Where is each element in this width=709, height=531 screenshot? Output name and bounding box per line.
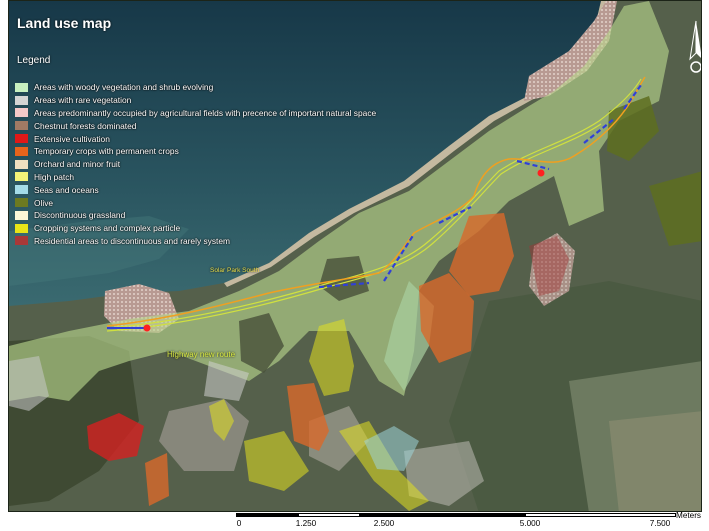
legend-item: Residential areas to discontinuous and r… [15,235,376,248]
map-canvas [9,1,701,511]
highway-route-label: Highway new route [167,350,236,359]
legend-item: Orchard and minor fruit [15,158,376,171]
legend-item: Areas predominantly occupied by agricult… [15,107,376,120]
legend-swatch [15,223,28,233]
map-title: Land use map [17,15,112,31]
legend-swatch [15,82,28,92]
legend-label: Temporary crops with permanent crops [34,146,179,157]
route-end-marker [537,169,545,177]
scale-tick: 7.500 [649,519,671,528]
legend-label: Seas and oceans [34,184,99,195]
scale-segment [298,513,360,517]
legend-swatch [15,210,28,220]
legend-swatch [15,108,28,118]
legend-label: Areas with rare vegetation [34,95,132,106]
legend-swatch [15,198,28,208]
legend-label: High patch [34,171,75,182]
legend-item: Olive [15,196,376,209]
scale-unit: Meters [676,511,702,520]
legend-heading: Legend [17,55,51,66]
legend-swatch [15,95,28,105]
legend-swatch [15,121,28,131]
legend-item: Areas with rare vegetation [15,94,376,107]
legend-label: Discontinuous grassland [34,210,126,221]
legend-label: Areas predominantly occupied by agricult… [34,107,377,118]
legend-item: Cropping systems and complex particle [15,222,376,235]
legend-swatch [15,146,28,156]
legend-label: Cropping systems and complex particle [34,223,181,234]
legend-item: Areas with woody vegetation and shrub ev… [15,81,376,94]
scale-tick: 0 [236,519,242,528]
legend-label: Residential areas to discontinuous and r… [34,235,230,246]
scale-tick: 5.000 [519,519,541,528]
legend: Areas with woody vegetation and shrub ev… [15,81,376,247]
legend-label: Areas with woody vegetation and shrub ev… [34,82,214,93]
legend-item: Seas and oceans [15,183,376,196]
scale-bar: 0 1.250 2.500 5.000 7.500 Meters [236,511,701,531]
legend-item: Temporary crops with permanent crops [15,145,376,158]
legend-item: Discontinuous grassland [15,209,376,222]
legend-swatch [15,159,28,169]
legend-label: Chestnut forests dominated [34,120,137,131]
scale-segment [525,513,676,517]
scale-tick: 2.500 [373,519,395,528]
legend-label: Orchard and minor fruit [34,159,121,170]
legend-swatch [15,134,28,144]
legend-item: Chestnut forests dominated [15,119,376,132]
route-start-marker [143,324,151,332]
legend-swatch [15,236,28,246]
scale-segment [236,513,298,517]
legend-label: Extensive cultivation [34,133,110,144]
land-use-map[interactable]: Land use map Legend Areas with woody veg… [8,0,702,512]
legend-item: Extensive cultivation [15,132,376,145]
scale-segment [360,513,525,517]
solar-park-label: Solar Park South [210,267,260,274]
legend-label: Olive [34,197,54,208]
legend-swatch [15,185,28,195]
scale-tick: 1.250 [295,519,317,528]
legend-item: High patch [15,171,376,184]
legend-swatch [15,172,28,182]
